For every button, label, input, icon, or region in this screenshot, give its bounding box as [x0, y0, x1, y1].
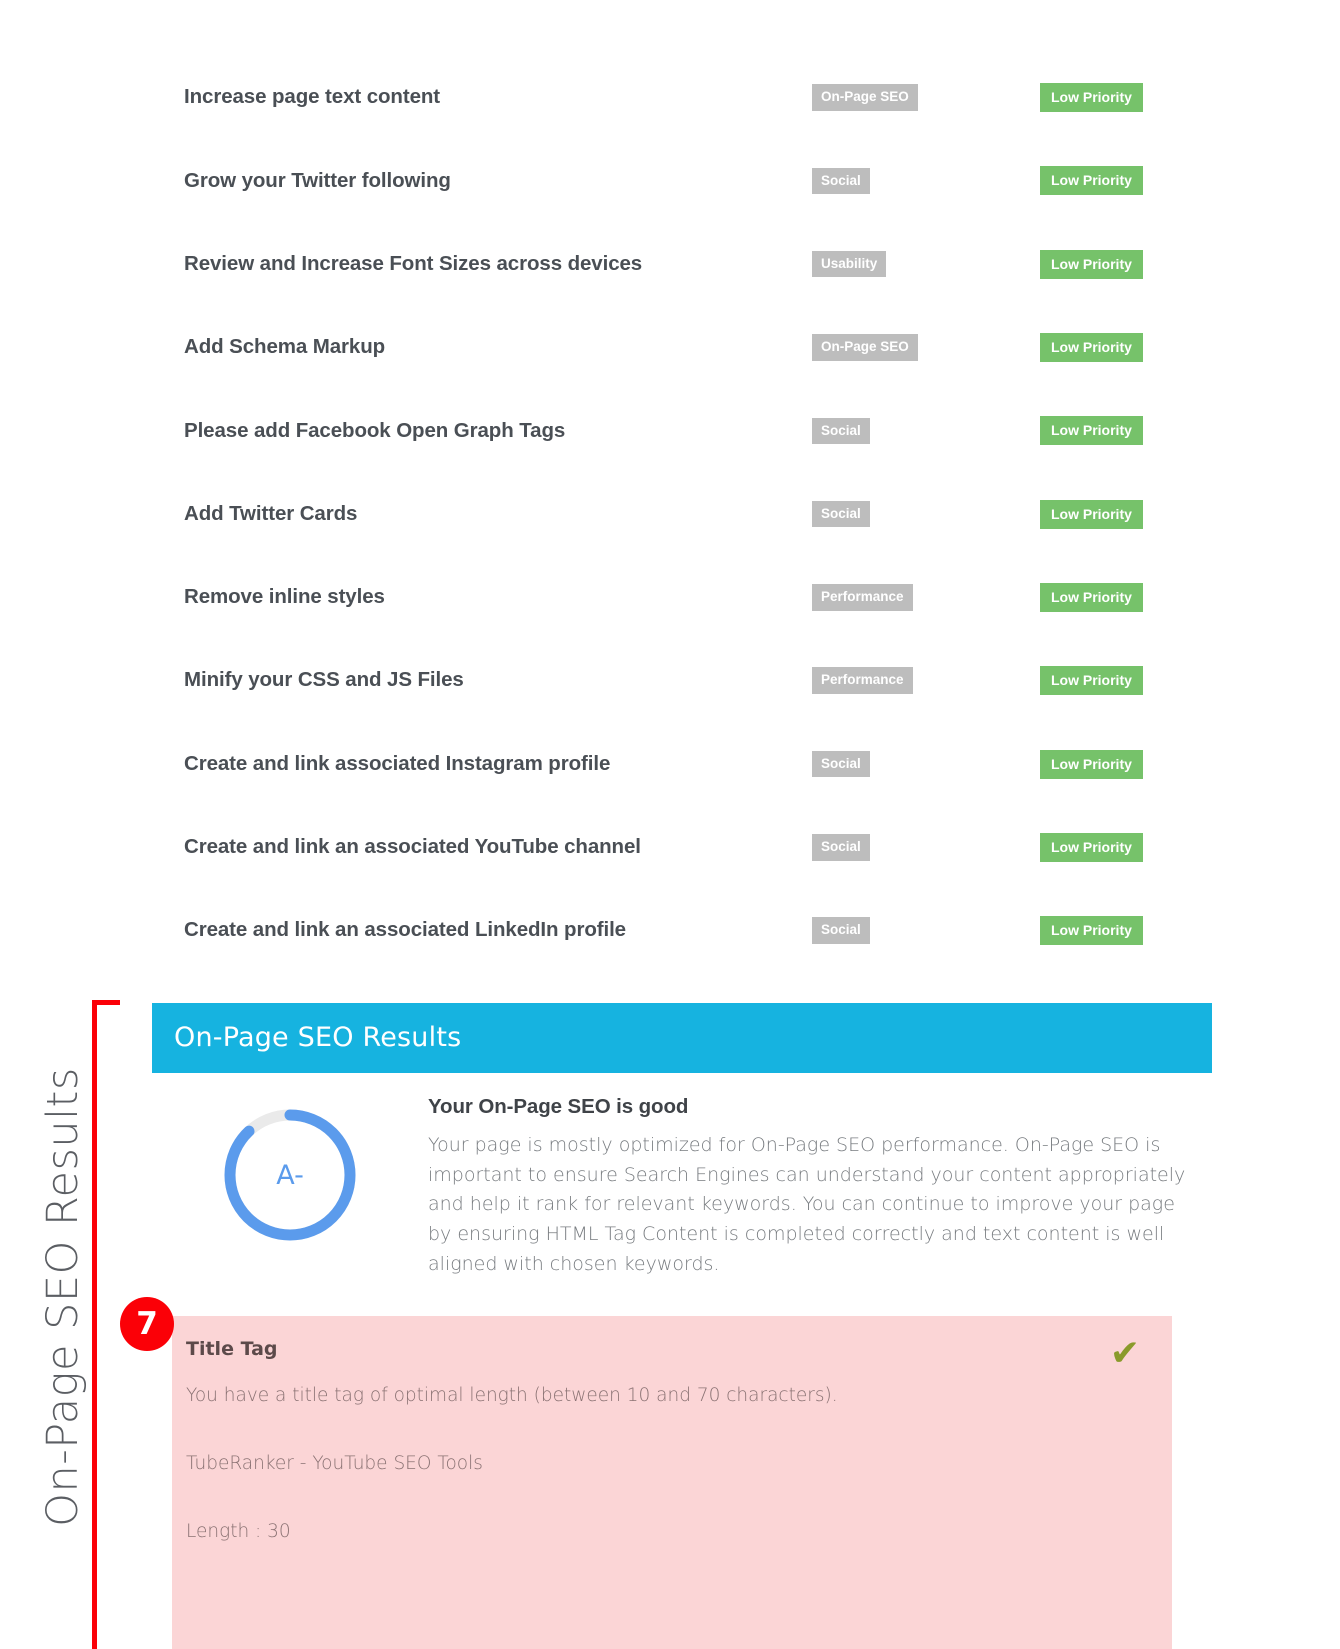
- task-priority-cell: Low Priority: [1040, 666, 1220, 696]
- task-row[interactable]: Add Schema Markup On-Page SEO Low Priority: [152, 306, 1212, 389]
- task-priority-badge: Low Priority: [1040, 333, 1143, 363]
- task-priority-cell: Low Priority: [1040, 916, 1220, 946]
- task-tag-cell: Social: [812, 417, 1040, 445]
- annotation-caption: On-Page SEO Results: [38, 1067, 88, 1527]
- summary-text: Your page is mostly optimized for On-Pag…: [428, 1134, 1186, 1275]
- task-category-badge: Social: [812, 167, 870, 195]
- task-title: Please add Facebook Open Graph Tags: [184, 418, 566, 442]
- task-category-badge: Social: [812, 834, 870, 861]
- task-title: Remove inline styles: [184, 585, 385, 609]
- task-category-badge: On-Page SEO: [812, 84, 918, 111]
- task-tag-cell: Performance: [812, 584, 1040, 611]
- task-priority-cell: Low Priority: [1040, 166, 1220, 196]
- check-item-title: Title Tag: [186, 1338, 278, 1360]
- card-body: A- Your On-Page SEO is good Your page is…: [152, 1073, 1212, 1289]
- task-row[interactable]: Increase page text content On-Page SEO Low…: [152, 56, 1212, 139]
- task-title: Minify your CSS and JS Files: [184, 668, 464, 692]
- task-tag-cell: Social: [812, 834, 1040, 861]
- check-item-header: Title Tag ✔: [186, 1333, 1146, 1374]
- check-item-value: TubeRanker - YouTube SEO Tools: [186, 1452, 483, 1474]
- task-category-badge: Performance: [812, 667, 913, 694]
- task-tag-cell: Performance: [812, 667, 1040, 694]
- task-priority-badge: Low Priority: [1040, 416, 1143, 446]
- task-title: Add Schema Markup: [184, 335, 386, 359]
- grade-gauge: A-: [220, 1105, 360, 1245]
- task-category-badge: Social: [812, 750, 870, 778]
- task-priority-badge: Low Priority: [1040, 749, 1143, 779]
- task-priority-cell: Low Priority: [1040, 416, 1220, 446]
- task-tag-cell: Usability: [812, 250, 1040, 278]
- grade-gauge-wrapper: A-: [152, 1095, 428, 1245]
- task-row[interactable]: Create and link an associated LinkedIn p…: [152, 889, 1212, 972]
- task-title: Review and Increase Font Sizes across de…: [184, 251, 643, 275]
- summary-heading: Your On-Page SEO is good: [428, 1095, 689, 1118]
- task-row[interactable]: Minify your CSS and JS Files Performance L…: [152, 639, 1212, 722]
- task-tag-cell: Social: [812, 500, 1040, 528]
- task-priority-badge: Low Priority: [1040, 916, 1143, 946]
- task-tag-cell: Social: [812, 167, 1040, 195]
- annotation-step-number: 7: [120, 1297, 174, 1351]
- task-priority-cell: Low Priority: [1040, 499, 1220, 529]
- check-item-title-tag: Title Tag ✔ You have a title tag of opti…: [172, 1316, 1172, 1649]
- task-row[interactable]: Add Twitter Cards Social Low Priority: [152, 472, 1212, 555]
- task-priority-cell: Low Priority: [1040, 83, 1220, 113]
- task-tag-cell: On-Page SEO: [812, 84, 1040, 111]
- task-title: Create and link associated Instagram pro…: [184, 751, 611, 775]
- task-category-badge: On-Page SEO: [812, 334, 918, 361]
- task-priority-badge: Low Priority: [1040, 499, 1143, 529]
- task-list: Increase page text content On-Page SEO Low…: [152, 56, 1212, 972]
- task-priority-badge: Low Priority: [1040, 166, 1143, 196]
- task-title: Create and link an associated YouTube ch…: [184, 835, 641, 859]
- task-title: Increase page text content: [184, 85, 441, 109]
- check-icon: ✔: [1109, 1333, 1140, 1374]
- task-category-badge: Social: [812, 500, 870, 528]
- task-priority-cell: Low Priority: [1040, 333, 1220, 363]
- task-row[interactable]: Please add Facebook Open Graph Tags Socia…: [152, 389, 1212, 472]
- task-priority-cell: Low Priority: [1040, 249, 1220, 279]
- task-title: Create and link an associated LinkedIn p…: [184, 918, 626, 942]
- task-category-badge: Social: [812, 417, 870, 445]
- task-priority-badge: Low Priority: [1040, 249, 1143, 279]
- grade-value: A-: [276, 1159, 304, 1191]
- task-priority-cell: Low Priority: [1040, 749, 1220, 779]
- task-row[interactable]: Remove inline styles Performance Low Prior…: [152, 556, 1212, 639]
- card-header-title: On-Page SEO Results: [152, 1003, 1212, 1073]
- task-priority-badge: Low Priority: [1040, 832, 1143, 862]
- task-priority-badge: Low Priority: [1040, 582, 1143, 612]
- task-category-badge: Performance: [812, 584, 913, 611]
- task-title: Add Twitter Cards: [184, 501, 358, 525]
- task-tag-cell: Social: [812, 750, 1040, 778]
- task-priority-cell: Low Priority: [1040, 832, 1220, 862]
- task-row[interactable]: Create and link an associated YouTube ch…: [152, 806, 1212, 889]
- task-priority-badge: Low Priority: [1040, 666, 1143, 696]
- summary-block: Your On-Page SEO is good Your page is mo…: [428, 1095, 1212, 1279]
- task-category-badge: Usability: [812, 250, 887, 278]
- task-priority-badge: Low Priority: [1040, 83, 1143, 113]
- on-page-seo-results-card: On-Page SEO Results A- Your On-Page SEO …: [152, 1003, 1212, 1289]
- task-row[interactable]: Create and link associated Instagram pro…: [152, 722, 1212, 805]
- task-priority-cell: Low Priority: [1040, 582, 1220, 612]
- check-item-length: Length : 30: [186, 1520, 291, 1542]
- task-row[interactable]: Grow your Twitter following Social Low Pri…: [152, 139, 1212, 222]
- task-category-badge: Social: [812, 917, 870, 944]
- check-item-description: You have a title tag of optimal length (…: [186, 1384, 838, 1406]
- task-tag-cell: On-Page SEO: [812, 334, 1040, 361]
- task-title: Grow your Twitter following: [184, 168, 451, 192]
- annotation-bracket: [92, 1000, 120, 1649]
- task-tag-cell: Social: [812, 917, 1040, 944]
- task-row[interactable]: Review and Increase Font Sizes across de…: [152, 223, 1212, 306]
